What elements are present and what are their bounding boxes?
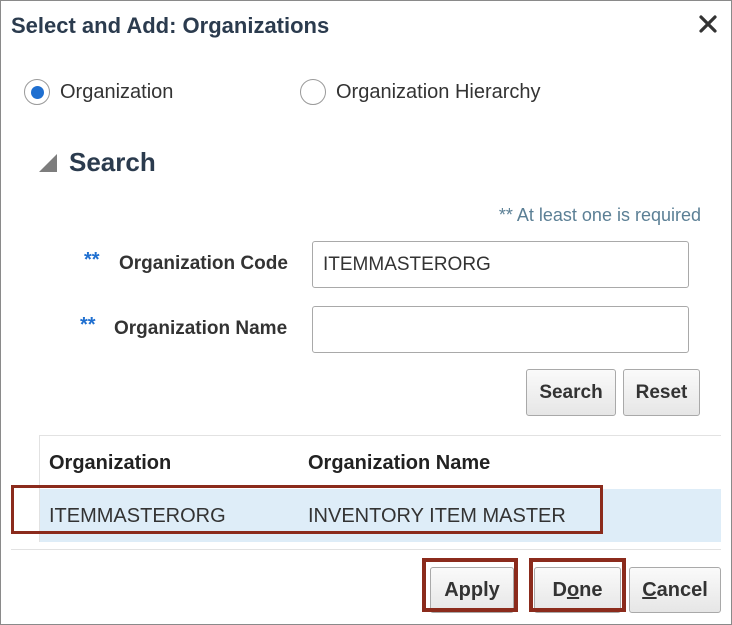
select-add-organizations-dialog: Select and Add: Organizations Organizati… xyxy=(0,0,732,625)
required-note: ** At least one is required xyxy=(498,205,701,225)
apply-label: Apply xyxy=(444,578,500,601)
radio-selected-dot xyxy=(30,85,44,99)
search-button[interactable]: Search xyxy=(526,369,616,416)
cell-organization-name: INVENTORY ITEM MASTER xyxy=(308,505,566,527)
cancel-label-accesskey: C xyxy=(642,578,657,601)
radio-organization-button[interactable] xyxy=(24,79,50,105)
done-label: D xyxy=(552,578,567,601)
organization-name-label: Organization Name xyxy=(114,318,288,339)
search-section-header[interactable]: Search xyxy=(39,147,156,178)
radio-organization-hierarchy[interactable]: Organization Hierarchy xyxy=(300,79,541,105)
dialog-title: Select and Add: Organizations xyxy=(11,13,330,38)
close-icon[interactable] xyxy=(695,11,721,37)
cancel-label-rest: ancel xyxy=(656,578,708,601)
cell-organization: ITEMMASTERORG xyxy=(49,505,226,527)
radio-organization-hierarchy-label: Organization Hierarchy xyxy=(336,80,541,103)
close-icon-glyph xyxy=(699,15,717,33)
organization-code-input[interactable] xyxy=(312,241,689,288)
radio-organization-label: Organization xyxy=(60,80,174,103)
required-marker: ** xyxy=(84,249,100,271)
organization-code-label: Organization Code xyxy=(119,253,288,274)
results-table-header: Organization Organization Name xyxy=(11,435,721,490)
reset-button[interactable]: Reset xyxy=(623,369,700,416)
cancel-button[interactable]: Cancel xyxy=(629,567,721,613)
organization-name-input[interactable] xyxy=(312,306,689,353)
footer-divider xyxy=(11,549,721,550)
required-marker: ** xyxy=(80,314,96,336)
table-row-gutter xyxy=(11,435,40,542)
radio-organization[interactable]: Organization xyxy=(24,79,173,105)
column-header-organization[interactable]: Organization xyxy=(49,452,171,475)
done-button[interactable]: Do ne xyxy=(534,567,621,613)
done-label-accesskey: o xyxy=(566,578,580,601)
table-row[interactable]: ITEMMASTERORG INVENTORY ITEM MASTER xyxy=(11,489,721,542)
search-heading: Search xyxy=(69,147,156,177)
radio-organization-hierarchy-button[interactable] xyxy=(300,79,326,105)
column-header-organization-name[interactable]: Organization Name xyxy=(308,452,490,475)
apply-button[interactable]: Apply xyxy=(430,567,514,613)
done-label-rest: ne xyxy=(579,578,603,601)
disclosure-triangle-icon[interactable] xyxy=(39,153,57,172)
